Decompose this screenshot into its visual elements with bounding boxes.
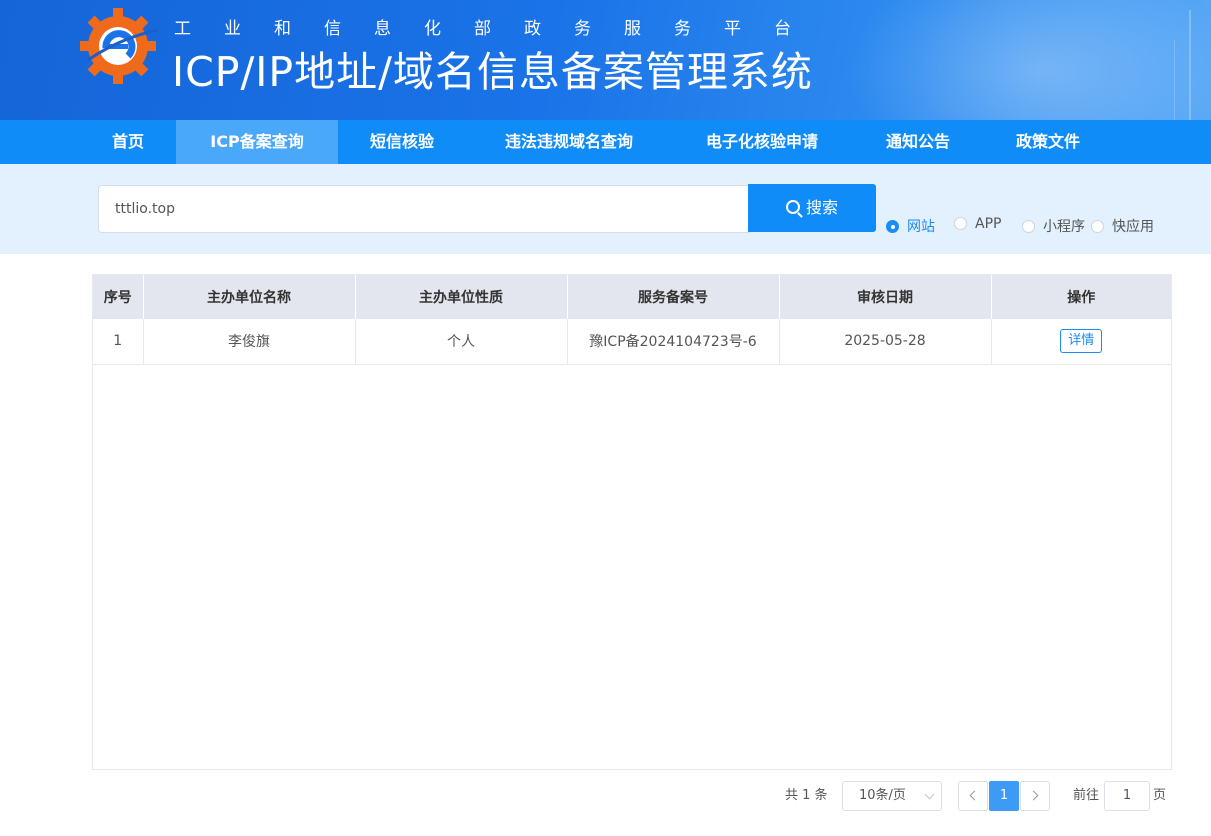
goto-label: 前往 [1073, 788, 1100, 803]
banner-decoration [1174, 40, 1175, 120]
table-row: 1 李俊旗 个人 豫ICP备2024104723号-6 2025-05-28 详… [93, 319, 1171, 365]
radio-icon [1022, 220, 1035, 233]
radio-label: 快应用 [1112, 219, 1154, 235]
cell-action: 详情 [991, 319, 1171, 365]
nav-sms-verify[interactable]: 短信核验 [338, 120, 466, 164]
type-radio-quickapp[interactable]: 快应用 [1091, 216, 1154, 236]
radio-icon [954, 217, 967, 230]
page-size-value: 10条/页 [859, 788, 906, 803]
cell-review-date: 2025-05-28 [779, 319, 992, 365]
search-button-label: 搜索 [805, 198, 838, 217]
next-page-button[interactable] [1020, 781, 1050, 811]
page-title: ICP/IP地址/域名信息备案管理系统 [172, 48, 813, 96]
cell-license-number: 豫ICP备2024104723号-6 [567, 319, 780, 365]
search-button[interactable]: 搜索 [748, 184, 876, 232]
nav-illegal-domain-query[interactable]: 违法违规域名查询 [466, 120, 672, 164]
column-header: 操作 [991, 275, 1171, 319]
search-input[interactable]: tttlio.top [98, 185, 750, 233]
pagination-total: 共 1 条 [785, 788, 828, 803]
nav-electronic-verify[interactable]: 电子化核验申请 [672, 120, 852, 164]
search-panel: tttlio.top 搜索 网站 APP 小程序 快应用 [0, 164, 1211, 254]
goto-unit: 页 [1153, 788, 1167, 803]
cell-index: 1 [93, 319, 144, 365]
type-radio-miniprogram[interactable]: 小程序 [1022, 216, 1085, 236]
search-icon [785, 200, 800, 214]
nav-home[interactable]: 首页 [80, 120, 176, 164]
results-table: 序号 主办单位名称 主办单位性质 服务备案号 审核日期 操作 1 李俊旗 个人 … [92, 274, 1172, 770]
nav-icp-query[interactable]: ICP备案查询 [176, 120, 338, 164]
nav-notices[interactable]: 通知公告 [852, 120, 984, 164]
radio-label: 小程序 [1043, 219, 1085, 235]
column-header: 主办单位名称 [143, 275, 356, 319]
banner-glow [831, 0, 1211, 120]
type-radio-app[interactable]: APP [954, 216, 1001, 236]
page-size-select[interactable]: 10条/页 [842, 781, 942, 811]
chevron-right-icon [1028, 790, 1039, 801]
banner-decoration [1189, 10, 1191, 120]
header-subtitle: 工业和信息化部政务服务平台 [174, 19, 824, 39]
radio-label: 网站 [907, 219, 935, 235]
prev-page-button[interactable] [958, 781, 988, 811]
radio-icon [1091, 220, 1104, 233]
nav-policy[interactable]: 政策文件 [984, 120, 1112, 164]
column-header: 序号 [93, 275, 144, 319]
column-header: 审核日期 [779, 275, 992, 319]
detail-button[interactable]: 详情 [1060, 329, 1103, 354]
chevron-down-icon [924, 789, 935, 800]
table-header-row: 序号 主办单位名称 主办单位性质 服务备案号 审核日期 操作 [93, 275, 1171, 319]
header-banner: 工业和信息化部政务服务平台 ICP/IP地址/域名信息备案管理系统 [0, 0, 1211, 120]
page-number-current[interactable]: 1 [989, 781, 1019, 811]
miit-logo-icon [80, 8, 159, 84]
radio-label: APP [975, 216, 1002, 232]
radio-checked-icon [886, 220, 899, 233]
type-radio-website[interactable]: 网站 [886, 216, 935, 236]
cell-organizer-nature: 个人 [355, 319, 568, 365]
main-nav: 首页 ICP备案查询 短信核验 违法违规域名查询 电子化核验申请 通知公告 政策… [0, 120, 1211, 164]
column-header: 服务备案号 [567, 275, 780, 319]
goto-page-input[interactable]: 1 [1104, 781, 1150, 811]
column-header: 主办单位性质 [355, 275, 568, 319]
chevron-left-icon [969, 790, 980, 801]
cell-organizer-name: 李俊旗 [143, 319, 356, 365]
